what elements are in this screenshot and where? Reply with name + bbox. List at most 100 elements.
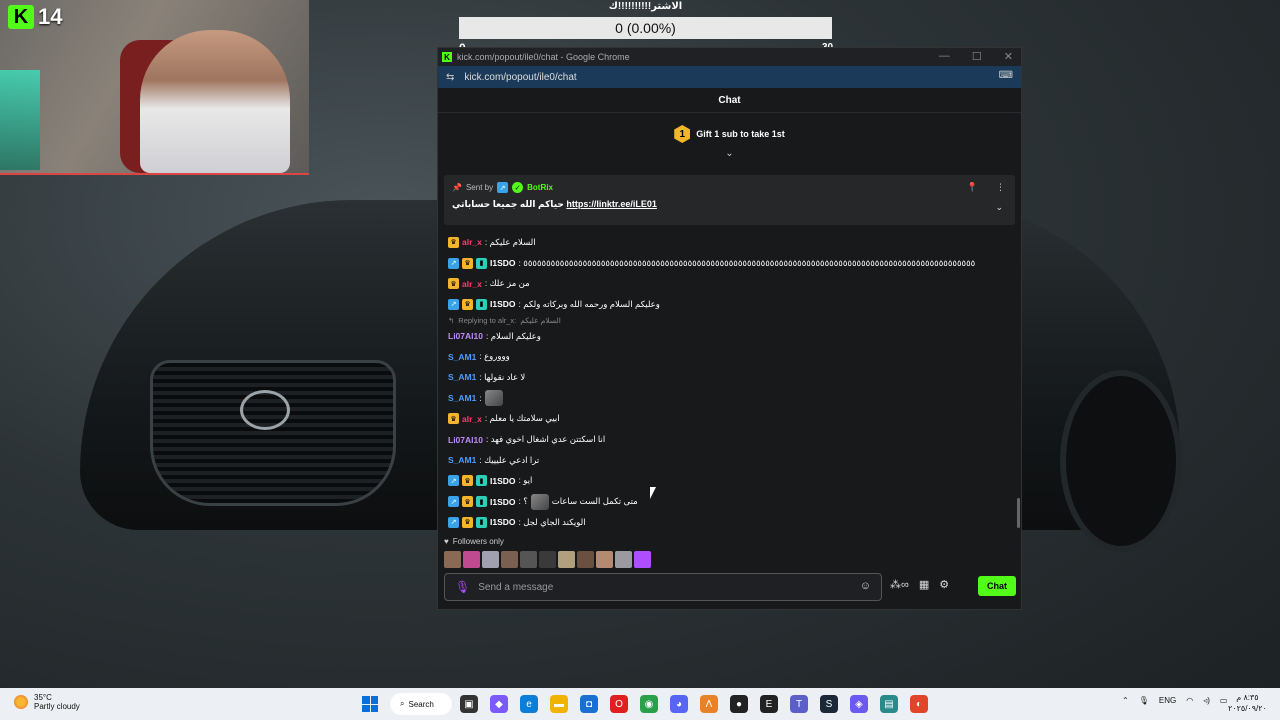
sub-badge-icon[interactable]: ▮ — [476, 475, 487, 487]
pinned-bot-name[interactable]: BotRix — [527, 183, 553, 192]
avatar[interactable] — [520, 551, 537, 568]
chat-username[interactable]: S_AM1 — [448, 372, 476, 382]
chrome-icon[interactable]: ◉ — [640, 695, 658, 713]
avatar[interactable] — [482, 551, 499, 568]
app-diamond-icon[interactable]: ◈ — [850, 695, 868, 713]
sub-badge-icon[interactable]: ▮ — [476, 496, 487, 508]
crown-badge-icon[interactable]: ♛ — [462, 516, 473, 528]
chat-username[interactable]: I1SDO — [490, 497, 516, 507]
chat-username[interactable]: alr_x — [462, 237, 482, 247]
avatar[interactable] — [444, 551, 461, 568]
tray-mic-icon[interactable]: 🎙 — [1139, 696, 1149, 705]
chat-message[interactable]: ↗ ♛ ▮ I1SDO: ؟ متى تكمل الست ساعات — [448, 491, 1008, 512]
weather-widget[interactable]: 35°C Partly cloudy — [14, 693, 80, 711]
maximize-icon[interactable]: ☐ — [972, 50, 982, 63]
crown-badge-icon[interactable]: ♛ — [462, 475, 473, 487]
chat-username[interactable]: Li07Al10 — [448, 435, 483, 445]
chat-message[interactable]: S_AM1: — [448, 388, 1008, 409]
teams-icon[interactable]: T — [790, 695, 808, 713]
pinned-link[interactable]: https://linktr.ee/iLE01 — [566, 199, 657, 209]
avatar[interactable] — [615, 551, 632, 568]
epic-games-icon[interactable]: E — [760, 695, 778, 713]
chat-username[interactable]: I1SDO — [490, 517, 516, 527]
chat-scrollbar[interactable] — [1017, 498, 1020, 528]
chat-username[interactable]: S_AM1 — [448, 352, 476, 362]
tray-chevron-icon[interactable]: ⌃ — [1122, 696, 1129, 705]
emote-icon[interactable] — [530, 493, 549, 510]
steam-icon[interactable]: S — [820, 695, 838, 713]
og-badge-icon[interactable]: ↗ — [448, 516, 459, 528]
taskbar-clock[interactable]: ٨:٣٥ م ٢٠٢٥/٠٩/٢٠ — [1228, 692, 1267, 714]
crown-badge-icon[interactable]: ♛ — [448, 236, 459, 248]
send-chat-button[interactable]: Chat — [978, 576, 1016, 596]
opera-icon[interactable]: O — [610, 695, 628, 713]
window-titlebar[interactable]: K kick.com/popout/ile0/chat - Google Chr… — [438, 48, 1021, 66]
avatar[interactable] — [501, 551, 518, 568]
chat-username[interactable]: Li07Al10 — [448, 331, 483, 341]
sub-badge-icon[interactable]: ▮ — [476, 257, 487, 269]
unpin-icon[interactable]: 📍 — [967, 182, 978, 193]
file-explorer-icon[interactable]: ▬ — [550, 695, 568, 713]
gift-sub-banner[interactable]: 1 Gift 1 sub to take 1st — [438, 119, 1021, 149]
chat-username[interactable]: alr_x — [462, 414, 482, 424]
address-bar[interactable]: ⇆ kick.com/popout/ile0/chat ⌨ — [438, 66, 1021, 88]
avatar[interactable] — [463, 551, 480, 568]
chat-message[interactable]: S_AM1: وووروع — [448, 346, 1008, 367]
chat-username[interactable]: S_AM1 — [448, 455, 476, 465]
app-orange-icon[interactable]: ◐ — [910, 695, 928, 713]
volume-icon[interactable]: ◃) — [1203, 696, 1210, 705]
chevron-down-icon[interactable]: ⌄ — [995, 202, 1003, 213]
crown-badge-icon[interactable]: ♛ — [448, 413, 459, 425]
emote-icon[interactable] — [484, 390, 503, 407]
task-view-icon[interactable]: ▣ — [460, 695, 478, 713]
crown-badge-icon[interactable]: ♛ — [462, 496, 473, 508]
chat-message[interactable]: ♛ alr_x: ابيي سلامتك يا معلم — [448, 409, 1008, 430]
store-icon[interactable]: ▦ — [919, 578, 929, 591]
battery-icon[interactable]: ▭ — [1220, 696, 1228, 705]
expand-leaderboard-icon[interactable]: ⌄ — [438, 149, 1021, 159]
chat-username[interactable]: I1SDO — [490, 476, 516, 486]
avatar[interactable] — [539, 551, 556, 568]
chat-message[interactable]: S_AM1: لا عاد نقولها — [448, 367, 1008, 388]
avatar[interactable] — [634, 551, 651, 568]
store-app-icon[interactable]: ◘ — [580, 695, 598, 713]
gear-icon[interactable]: ⚙ — [939, 578, 949, 591]
app-a-icon[interactable]: Λ — [700, 695, 718, 713]
avatar[interactable] — [577, 551, 594, 568]
crown-badge-icon[interactable]: ♛ — [462, 257, 473, 269]
copilot-icon[interactable]: ◆ — [490, 695, 508, 713]
chat-username[interactable]: S_AM1 — [448, 393, 476, 403]
reply-context[interactable]: ↰ Replying to alr_x: السلام عليكم — [448, 315, 1008, 326]
og-badge-icon[interactable]: ↗ — [448, 298, 459, 310]
wifi-icon[interactable]: ◠ — [1186, 696, 1193, 705]
chat-message[interactable]: ↗ ♛ ▮ I1SDO: ٥٥٥٥٥٥٥٥٥٥٥٥٥٥٥٥٥٥٥٥٥٥٥٥٥٥٥٥٥٥… — [448, 253, 1008, 274]
emoji-icon[interactable]: ☺ — [860, 580, 871, 592]
crown-badge-icon[interactable]: ♛ — [462, 298, 473, 310]
chat-message[interactable]: ↗ ♛ ▮ I1SDO: الويكند الجاي لجل — [448, 512, 1008, 533]
sub-badge-icon[interactable]: ▮ — [476, 516, 487, 528]
language-indicator[interactable]: ENG — [1159, 696, 1176, 705]
avatar[interactable] — [596, 551, 613, 568]
chat-username[interactable]: alr_x — [462, 279, 482, 289]
chat-message[interactable]: Li07Al10: انا اسكتتن عدي اشغال اخوي فهد — [448, 429, 1008, 450]
close-icon[interactable]: ✕ — [1004, 50, 1013, 63]
chat-message[interactable]: Li07Al10: وعليكم السلام — [448, 326, 1008, 347]
chat-message-list[interactable]: ♛ alr_x: السلام عليكم ↗ ♛ ▮ I1SDO: ٥٥٥٥٥٥٥٥٥٥… — [448, 232, 1008, 533]
translate-icon[interactable]: ⌨ — [999, 70, 1013, 81]
chat-message[interactable]: ♛ alr_x: السلام عليكم — [448, 232, 1008, 253]
sub-badge-icon[interactable]: ▮ — [476, 298, 487, 310]
crown-badge-icon[interactable]: ♛ — [448, 278, 459, 290]
message-input[interactable]: 🎙 Send a message ☺ — [444, 573, 882, 601]
edge-icon[interactable]: e — [520, 695, 538, 713]
og-badge-icon[interactable]: ↗ — [448, 496, 459, 508]
chat-message[interactable]: ↗ ♛ ▮ I1SDO: وعليكم السلام ورحمه الله وبركا… — [448, 294, 1008, 315]
mic-icon[interactable]: 🎙 — [455, 580, 470, 594]
chat-message[interactable]: ↗ ♛ ▮ I1SDO: ايو — [448, 471, 1008, 492]
more-options-icon[interactable]: ⋮ — [996, 182, 1005, 193]
app-window-icon[interactable]: ▤ — [880, 695, 898, 713]
discord-icon[interactable]: ◕ — [670, 695, 688, 713]
points-icon[interactable]: ⁂∞ — [890, 578, 909, 591]
start-button[interactable] — [362, 696, 378, 712]
obs-icon[interactable]: ● — [730, 695, 748, 713]
chat-message[interactable]: S_AM1: ترا ادعي عليييك — [448, 450, 1008, 471]
